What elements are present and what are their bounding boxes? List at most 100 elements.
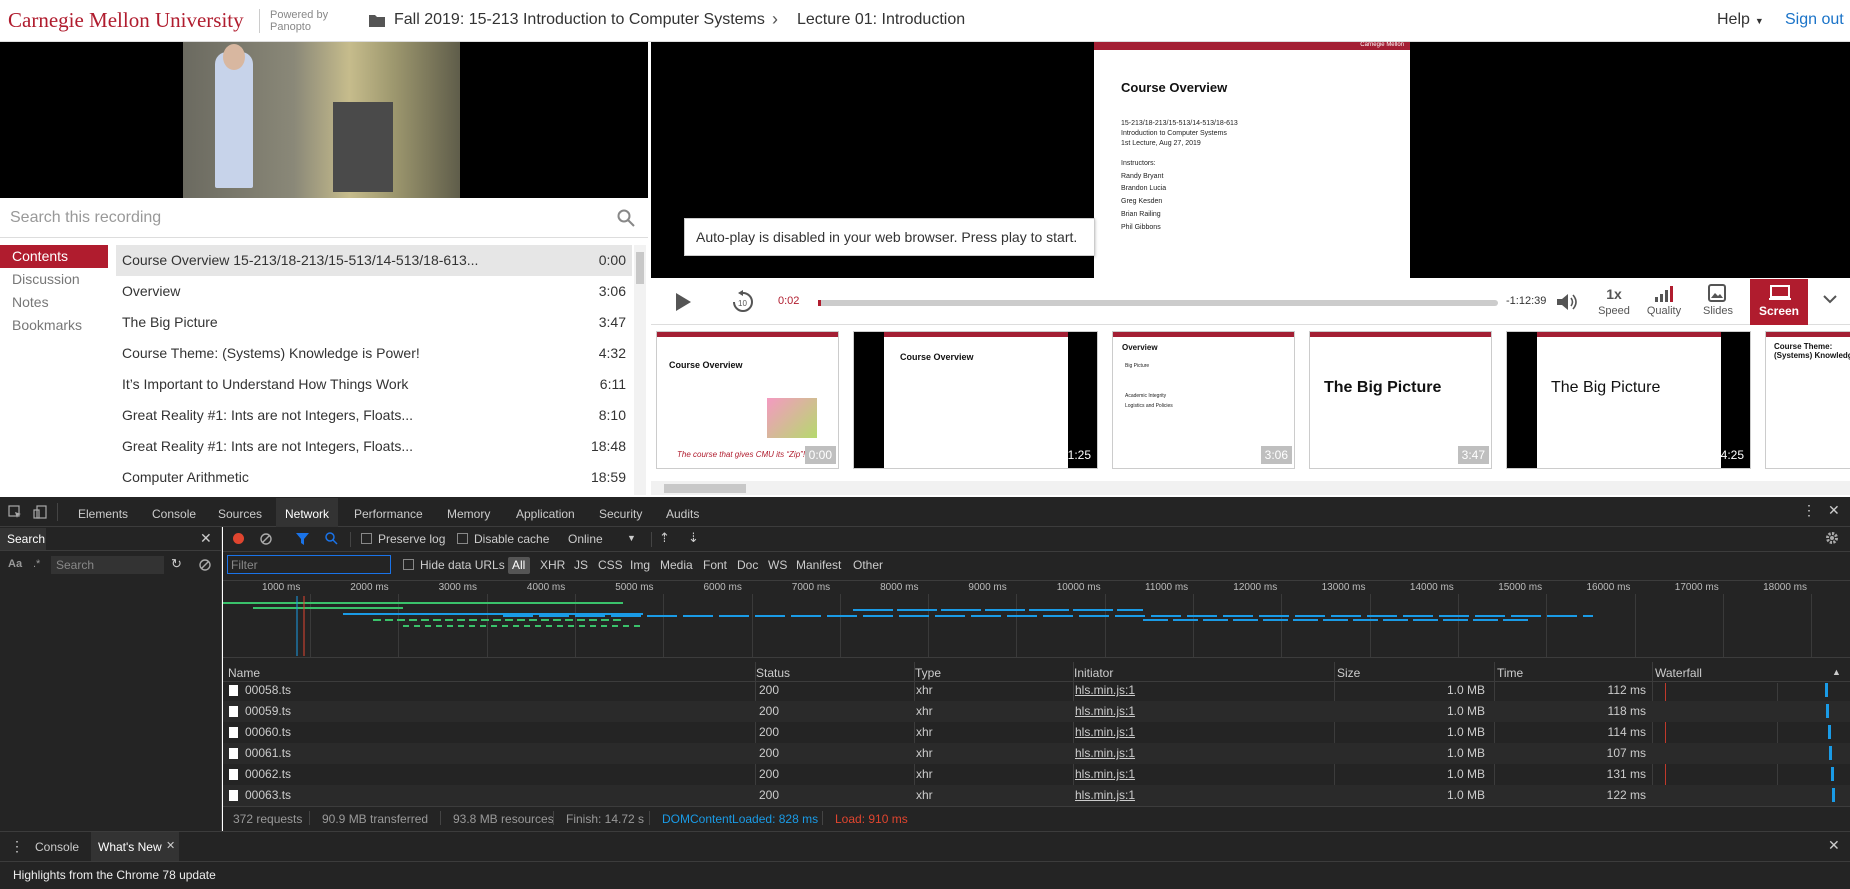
kebab-menu-icon[interactable]: ⋮	[1802, 502, 1816, 519]
nav-bookmarks[interactable]: Bookmarks	[0, 314, 112, 337]
progress-bar[interactable]	[818, 300, 1498, 306]
search-input[interactable]: Search this recording	[10, 209, 161, 227]
quality-label[interactable]: Quality	[1639, 305, 1689, 317]
table-row[interactable]: 00060.ts 200 xhr hls.min.js:1 1.0 MB 114 ms	[223, 722, 1850, 743]
initiator-cell[interactable]: hls.min.js:1	[1075, 767, 1135, 781]
thumbnail[interactable]: Course Overview The course that gives CM…	[656, 331, 839, 469]
initiator-cell[interactable]: hls.min.js:1	[1075, 683, 1135, 697]
search-icon[interactable]	[617, 209, 635, 227]
cmu-logo[interactable]: Carnegie Mellon University	[8, 8, 244, 33]
type-filter-js[interactable]: JS	[574, 558, 588, 572]
drawer-menu-icon[interactable]: ⋮	[10, 838, 24, 855]
tab-console[interactable]: Console	[152, 507, 196, 521]
list-item[interactable]: The Big Picture 3:47	[116, 307, 632, 338]
close-search-icon[interactable]: ✕	[200, 530, 212, 547]
thumbnail[interactable]: Course Theme: (Systems) Knowledge	[1765, 331, 1850, 469]
search-icon[interactable]	[325, 532, 338, 545]
list-item[interactable]: Overview 3:06	[116, 276, 632, 307]
tab-network[interactable]: Network	[285, 507, 329, 521]
close-tab-icon[interactable]: ✕	[166, 839, 175, 852]
match-case-toggle[interactable]: Aa	[8, 558, 22, 570]
close-drawer-icon[interactable]: ✕	[1828, 837, 1840, 854]
type-filter-media[interactable]: Media	[660, 558, 693, 572]
tab-memory[interactable]: Memory	[447, 507, 490, 521]
regex-toggle[interactable]: .*	[33, 558, 40, 570]
nav-contents[interactable]: Contents	[0, 245, 108, 268]
refresh-icon[interactable]: ↻	[171, 556, 182, 572]
list-item[interactable]: Course Theme: (Systems) Knowledge is Pow…	[116, 338, 632, 369]
filter-input[interactable]: Filter	[227, 555, 391, 574]
tab-elements[interactable]: Elements	[78, 507, 128, 521]
column-header-time[interactable]: Time	[1497, 666, 1523, 680]
contents-scroll-thumb[interactable]	[636, 252, 644, 284]
slides-label[interactable]: Slides	[1693, 305, 1743, 317]
chevron-down-icon[interactable]	[1823, 294, 1837, 304]
sort-ascending-icon[interactable]: ▲	[1832, 667, 1841, 677]
tab-sources[interactable]: Sources	[218, 507, 262, 521]
nav-discussion[interactable]: Discussion	[0, 268, 112, 291]
drawer-tab-console[interactable]: Console	[35, 840, 79, 854]
type-filter-all[interactable]: All	[512, 558, 525, 572]
table-row[interactable]: 00061.ts 200 xhr hls.min.js:1 1.0 MB 107 ms	[223, 743, 1850, 764]
speed-label[interactable]: Speed	[1589, 305, 1639, 317]
search-field[interactable]: Search	[51, 556, 164, 574]
preserve-log-checkbox[interactable]	[361, 533, 372, 544]
column-header-name[interactable]: Name	[228, 666, 260, 680]
type-filter-css[interactable]: CSS	[598, 558, 623, 572]
nav-notes[interactable]: Notes	[0, 291, 112, 314]
caret-down-icon[interactable]: ▼	[627, 533, 636, 543]
thumbnail-scrollbar[interactable]	[651, 481, 1850, 495]
help-menu[interactable]: Help ▼	[1717, 11, 1764, 29]
slides-icon[interactable]	[1708, 284, 1726, 302]
initiator-cell[interactable]: hls.min.js:1	[1075, 746, 1135, 760]
type-filter-manifest[interactable]: Manifest	[796, 558, 841, 572]
thumbnail[interactable]: The Big Picture 4:25	[1506, 331, 1751, 469]
breadcrumb-folder[interactable]: Fall 2019: 15-213 Introduction to Comput…	[394, 11, 765, 29]
thumbnail[interactable]: The Big Picture 3:47	[1309, 331, 1492, 469]
type-filter-other[interactable]: Other	[853, 558, 883, 572]
list-item[interactable]: It’s Important to Understand How Things …	[116, 369, 632, 400]
camera-stream[interactable]	[0, 42, 648, 198]
import-har-icon[interactable]: ⇡	[659, 530, 670, 546]
column-header-waterfall[interactable]: Waterfall	[1655, 666, 1702, 680]
inspect-icon[interactable]	[8, 505, 22, 519]
settings-gear-icon[interactable]	[1825, 531, 1839, 545]
column-header-size[interactable]: Size	[1337, 666, 1360, 680]
hide-data-urls-checkbox[interactable]	[403, 559, 414, 570]
table-row[interactable]: 00059.ts 200 xhr hls.min.js:1 1.0 MB 118 ms	[223, 701, 1850, 722]
play-icon[interactable]	[674, 292, 692, 312]
type-filter-ws[interactable]: WS	[768, 558, 787, 572]
drawer-tab-whats-new[interactable]: What's New	[98, 840, 162, 854]
table-row[interactable]: 00063.ts 200 xhr hls.min.js:1 1.0 MB 122 ms	[223, 785, 1850, 806]
thumbnail-scroll-thumb[interactable]	[664, 484, 746, 493]
throttle-select[interactable]: Online	[568, 532, 603, 546]
filter-icon[interactable]	[296, 533, 309, 545]
list-item[interactable]: Great Reality #1: Ints are not Integers,…	[116, 400, 632, 431]
thumbnail[interactable]: Overview Big Picture Academic Integrity …	[1112, 331, 1295, 469]
close-icon[interactable]: ✕	[1828, 502, 1840, 519]
initiator-cell[interactable]: hls.min.js:1	[1075, 725, 1135, 739]
device-toolbar-icon[interactable]	[33, 505, 47, 519]
thumbnail[interactable]: Course Overview 1:25	[853, 331, 1098, 469]
rewind-10-icon[interactable]: 10	[731, 290, 755, 314]
tab-security[interactable]: Security	[599, 507, 642, 521]
record-icon[interactable]	[233, 533, 244, 544]
column-header-type[interactable]: Type	[915, 666, 941, 680]
tab-performance[interactable]: Performance	[354, 507, 423, 521]
column-header-initiator[interactable]: Initiator	[1074, 666, 1113, 680]
table-row[interactable]: 00062.ts 200 xhr hls.min.js:1 1.0 MB 131 ms	[223, 764, 1850, 785]
tab-application[interactable]: Application	[516, 507, 575, 521]
initiator-cell[interactable]: hls.min.js:1	[1075, 788, 1135, 802]
table-row[interactable]: 00058.ts 200 xhr hls.min.js:1 1.0 MB 112 ms	[223, 680, 1850, 701]
recording-search[interactable]: Search this recording	[0, 198, 648, 238]
speed-value[interactable]: 1x	[1603, 286, 1625, 302]
type-filter-doc[interactable]: Doc	[737, 558, 758, 572]
volume-icon[interactable]	[1556, 292, 1578, 312]
screen-button[interactable]: Screen	[1750, 279, 1808, 325]
disable-cache-checkbox[interactable]	[457, 533, 468, 544]
list-item[interactable]: Course Overview 15-213/18-213/15-513/14-…	[116, 245, 632, 276]
initiator-cell[interactable]: hls.min.js:1	[1075, 704, 1135, 718]
search-tab[interactable]: Search	[7, 532, 45, 546]
sign-out-link[interactable]: Sign out	[1785, 11, 1844, 29]
list-item[interactable]: Great Reality #1: Ints are not Integers,…	[116, 431, 632, 462]
